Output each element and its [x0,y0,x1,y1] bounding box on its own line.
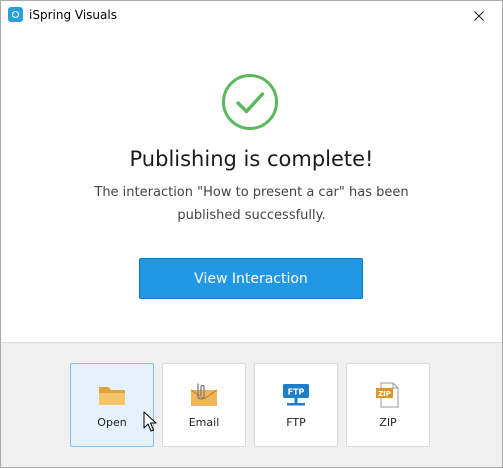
publish-result-panel: Publishing is complete! The interaction … [1,30,502,342]
window-title: iSpring Visuals [29,8,117,22]
publish-message: The interaction "How to present a car" h… [94,185,409,223]
close-button[interactable] [456,1,502,30]
zip-label: ZIP [379,416,397,429]
publish-complete-heading: Publishing is complete! [129,147,374,171]
ftp-label: FTP [286,416,306,429]
ftp-button[interactable]: FTP FTP [254,363,338,447]
close-icon [474,10,484,21]
email-button[interactable]: Email [162,363,246,447]
publish-actions-bar: Open Email FTP FTP ZIP ZIP [1,342,502,467]
zip-icon: ZIP [376,382,399,408]
check-circle-icon [222,74,278,130]
zip-icon-text: ZIP [378,390,391,398]
title-bar: iSpring Visuals [1,1,502,30]
ftp-icon: FTP [283,384,309,406]
ispring-app-icon [8,7,23,22]
folder-icon [99,387,125,405]
zip-button[interactable]: ZIP ZIP [346,363,430,447]
open-label: Open [97,416,127,429]
view-interaction-button[interactable]: View Interaction [139,258,363,299]
email-label: Email [188,416,220,429]
email-icon [190,383,218,406]
open-button[interactable]: Open [70,363,154,447]
publish-dialog-window: iSpring Visuals Publishing is complete! … [0,0,503,468]
ftp-icon-text: FTP [288,388,305,397]
